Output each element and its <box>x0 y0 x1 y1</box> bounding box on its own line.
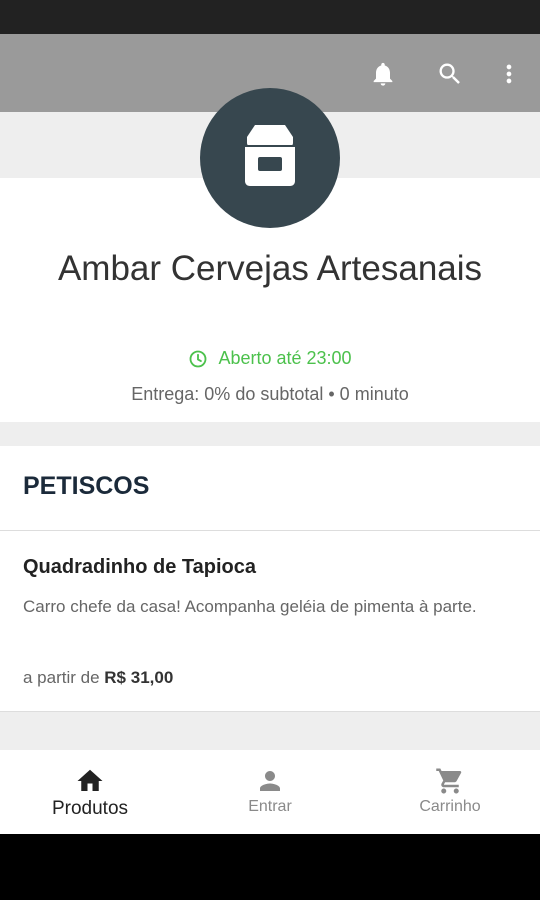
nav-label: Carrinho <box>419 798 481 815</box>
status-bar <box>0 0 540 34</box>
store-icon <box>244 125 296 186</box>
product-divider <box>0 711 540 712</box>
bell-icon <box>373 62 393 86</box>
notifications-button[interactable] <box>363 54 403 94</box>
person-icon <box>260 771 280 791</box>
more-options-button[interactable] <box>489 54 529 94</box>
nav-item-entrar[interactable]: Entrar <box>180 750 360 834</box>
bottom-navigation: Produtos Entrar Carrinho <box>0 750 540 834</box>
clock-icon <box>190 350 207 367</box>
store-logo <box>200 88 340 228</box>
cart-icon <box>436 768 462 794</box>
nav-label: Produtos <box>51 798 129 819</box>
section-divider <box>0 530 540 531</box>
nav-label: Entrar <box>248 798 292 815</box>
product-description: Carro chefe da casa! Acompanha geléia de… <box>23 597 477 616</box>
more-vert-icon <box>506 64 512 84</box>
section-title: PETISCOS <box>23 472 150 500</box>
delivery-info: Entrega: 0% do subtotal • 0 minuto <box>131 384 409 404</box>
nav-item-produtos[interactable]: Produtos <box>0 750 180 834</box>
product-name: Quadradinho de Tapioca <box>23 556 256 578</box>
product-price: a partir de R$ 31,00 <box>23 668 173 688</box>
product-section: PETISCOS Quadradinho de Tapioca Carro ch… <box>0 446 540 712</box>
search-button[interactable] <box>430 54 470 94</box>
price-prefix: a partir de <box>23 668 100 687</box>
home-icon <box>77 769 103 791</box>
store-name: Ambar Cervejas Artesanais <box>57 249 483 288</box>
price-value: R$ 31,00 <box>104 668 174 687</box>
open-status-text: Aberto até 23:00 <box>218 348 352 368</box>
search-icon <box>439 63 460 84</box>
system-nav-bar <box>0 834 540 900</box>
nav-item-carrinho[interactable]: Carrinho <box>360 750 540 834</box>
open-status: Aberto até 23:00 <box>0 348 540 369</box>
